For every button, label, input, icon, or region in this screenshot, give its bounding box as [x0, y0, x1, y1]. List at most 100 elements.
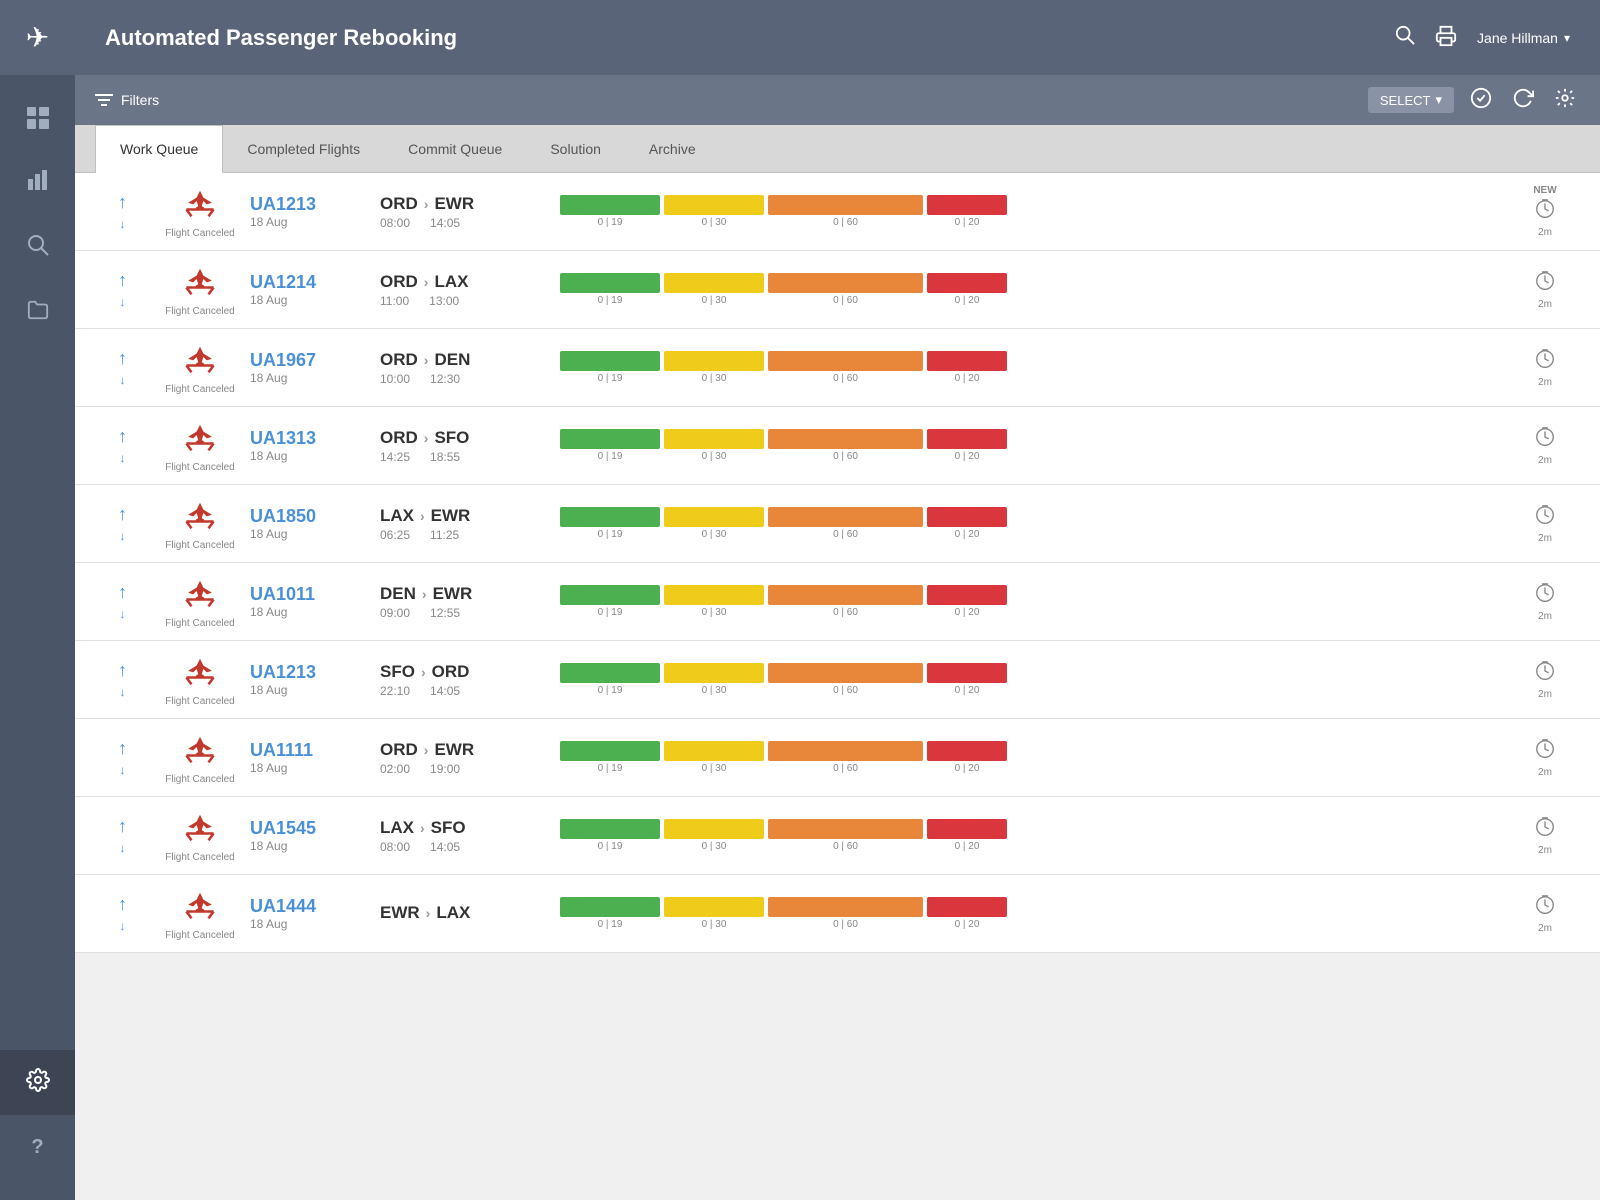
bar-group-1: 0 | 30	[664, 195, 764, 228]
timer-button[interactable]	[1534, 348, 1556, 375]
tab-archive[interactable]: Archive	[625, 125, 720, 173]
bar-group-2: 0 | 60	[768, 273, 923, 306]
tab-work-queue[interactable]: Work Queue	[95, 125, 223, 173]
priority-col: ↑ ↓	[95, 426, 150, 465]
priority-down-button[interactable]: ↓	[120, 295, 126, 309]
flight-number-link[interactable]: UA1545	[250, 818, 380, 839]
priority-down-button[interactable]: ↓	[120, 607, 126, 621]
sidebar-item-settings[interactable]	[0, 1050, 75, 1115]
tab-solution[interactable]: Solution	[526, 125, 625, 173]
select-button[interactable]: SELECT ▾	[1368, 87, 1454, 113]
bar-value-3: 0 | 20	[955, 685, 980, 696]
priority-up-button[interactable]: ↑	[118, 192, 127, 213]
flight-number-link[interactable]: UA1313	[250, 428, 380, 449]
flight-number-link[interactable]: UA1214	[250, 272, 380, 293]
bar-value-1: 0 | 30	[702, 451, 727, 462]
sidebar-item-dashboard[interactable]	[0, 85, 75, 150]
timer-button[interactable]	[1534, 660, 1556, 687]
flight-number-link[interactable]: UA1213	[250, 662, 380, 683]
flight-date: 18 Aug	[250, 215, 380, 229]
priority-down-button[interactable]: ↓	[120, 841, 126, 855]
bar-1	[664, 897, 764, 917]
app-logo[interactable]: ✈	[0, 0, 75, 75]
priority-down-button[interactable]: ↓	[120, 919, 126, 933]
sidebar-item-help[interactable]: ?	[0, 1115, 75, 1180]
flight-number-link[interactable]: UA1444	[250, 896, 380, 917]
flight-number-link[interactable]: UA1967	[250, 350, 380, 371]
timer-button[interactable]	[1534, 816, 1556, 843]
priority-down-button[interactable]: ↓	[120, 217, 126, 231]
priority-up-button[interactable]: ↑	[118, 348, 127, 369]
search-button[interactable]	[1395, 25, 1415, 51]
action-col: 2m	[1510, 738, 1580, 778]
route-arrow-icon: ›	[426, 905, 431, 921]
origin-airport: EWR	[380, 903, 420, 923]
timer-button[interactable]	[1534, 582, 1556, 609]
timer-button[interactable]	[1534, 198, 1556, 225]
origin-airport: SFO	[380, 662, 415, 682]
timer-label: 2m	[1538, 299, 1552, 310]
priority-up-button[interactable]: ↑	[118, 894, 127, 915]
priority-down-button[interactable]: ↓	[120, 451, 126, 465]
priority-up-button[interactable]: ↑	[118, 660, 127, 681]
priority-up-button[interactable]: ↑	[118, 504, 127, 525]
filter-button[interactable]: Filters	[95, 92, 159, 108]
flight-number-link[interactable]: UA1213	[250, 194, 380, 215]
bar-0	[560, 507, 660, 527]
tab-commit-queue[interactable]: Commit Queue	[384, 125, 526, 173]
priority-up-button[interactable]: ↑	[118, 270, 127, 291]
flight-status-label: Flight Canceled	[165, 540, 234, 551]
flight-number-col: UA1850 18 Aug	[250, 506, 380, 541]
departure-time: 02:00	[380, 762, 410, 776]
priority-down-button[interactable]: ↓	[120, 529, 126, 543]
sidebar-item-search[interactable]	[0, 215, 75, 280]
sidebar-item-tools[interactable]	[0, 280, 75, 345]
bar-group-2: 0 | 60	[768, 195, 923, 228]
status-col: Flight Canceled	[150, 730, 250, 785]
dest-airport: LAX	[434, 272, 468, 292]
timer-button[interactable]	[1534, 504, 1556, 531]
priority-down-button[interactable]: ↓	[120, 685, 126, 699]
priority-up-button[interactable]: ↑	[118, 816, 127, 837]
sidebar-item-analytics[interactable]	[0, 150, 75, 215]
priority-up-button[interactable]: ↑	[118, 738, 127, 759]
bar-group-1: 0 | 30	[664, 585, 764, 618]
bar-group-0: 0 | 19	[560, 351, 660, 384]
bar-0	[560, 585, 660, 605]
header: Automated Passenger Rebooking Jane Hillm…	[75, 0, 1600, 75]
settings-button[interactable]	[1550, 83, 1580, 118]
page-title: Automated Passenger Rebooking	[105, 25, 457, 51]
table-row: ↑ ↓ Flight Canceled UA1850	[75, 485, 1600, 563]
user-menu[interactable]: Jane Hillman ▾	[1477, 30, 1570, 46]
bar-2	[768, 351, 923, 371]
table-row: ↑ ↓ Flight Canceled UA1213	[75, 641, 1600, 719]
bar-group-0: 0 | 19	[560, 507, 660, 540]
bar-3	[927, 585, 1007, 605]
timer-button[interactable]	[1534, 738, 1556, 765]
flight-number-link[interactable]: UA1850	[250, 506, 380, 527]
origin-airport: ORD	[380, 194, 418, 214]
bar-1	[664, 585, 764, 605]
print-button[interactable]	[1435, 25, 1457, 50]
bar-group-3: 0 | 20	[927, 351, 1007, 384]
flight-status-label: Flight Canceled	[165, 384, 234, 395]
flight-number-link[interactable]: UA1111	[250, 740, 380, 761]
flight-number-link[interactable]: UA1011	[250, 584, 380, 605]
priority-down-button[interactable]: ↓	[120, 763, 126, 777]
priority-up-button[interactable]: ↑	[118, 426, 127, 447]
bar-group-1: 0 | 30	[664, 741, 764, 774]
priority-up-button[interactable]: ↑	[118, 582, 127, 603]
route-col: LAX › EWR 06:25 11:25	[380, 506, 540, 542]
check-all-button[interactable]	[1466, 83, 1496, 118]
timer-button[interactable]	[1534, 270, 1556, 297]
tab-completed-flights[interactable]: Completed Flights	[223, 125, 384, 173]
timer-button[interactable]	[1534, 426, 1556, 453]
bar-group-3: 0 | 20	[927, 195, 1007, 228]
route-col: ORD › LAX 11:00 13:00	[380, 272, 540, 308]
priority-down-button[interactable]: ↓	[120, 373, 126, 387]
timer-button[interactable]	[1534, 894, 1556, 921]
refresh-button[interactable]	[1508, 83, 1538, 118]
route-col: EWR › LAX	[380, 903, 540, 925]
timer-label: 2m	[1538, 455, 1552, 466]
bar-group-3: 0 | 20	[927, 819, 1007, 852]
